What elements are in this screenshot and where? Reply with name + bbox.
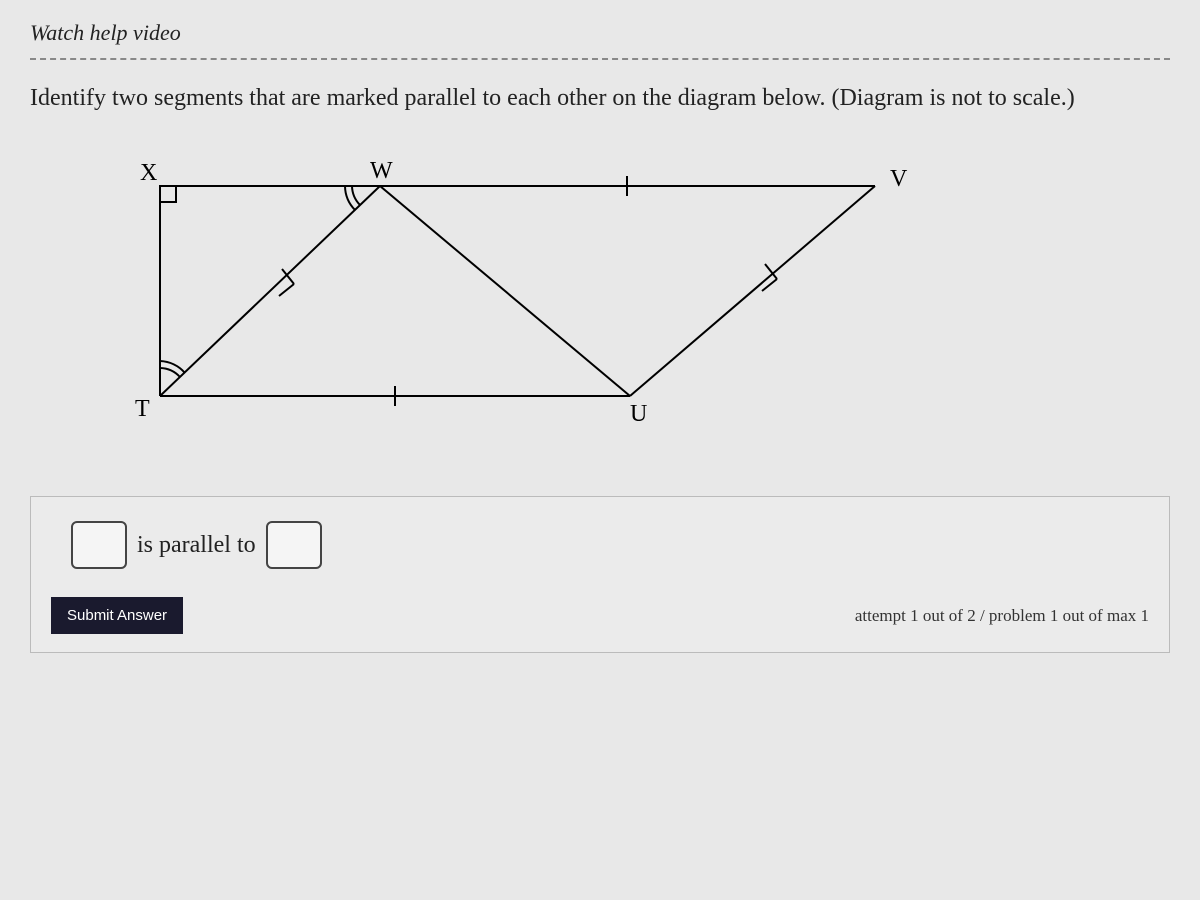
question-text: Identify two segments that are marked pa… xyxy=(30,80,1170,116)
relation-label: is parallel to xyxy=(137,532,256,559)
point-label-v: V xyxy=(890,166,908,192)
submit-answer-button[interactable]: Submit Answer xyxy=(51,597,183,634)
answer-row: is parallel to xyxy=(51,521,1149,569)
segment-2-input[interactable] xyxy=(266,521,322,569)
attempt-status: attempt 1 out of 2 / problem 1 out of ma… xyxy=(855,606,1149,626)
right-angle-mark xyxy=(160,186,176,202)
point-label-x: X xyxy=(140,160,157,186)
segment-1-input[interactable] xyxy=(71,521,127,569)
parallel-arrow-tw xyxy=(279,269,294,296)
point-label-u: U xyxy=(630,401,647,427)
point-label-t: T xyxy=(135,396,150,422)
watch-help-video-link[interactable]: Watch help video xyxy=(30,20,181,46)
point-label-w: W xyxy=(370,158,393,184)
diagram-container: X W V T U xyxy=(30,146,1170,476)
divider xyxy=(30,58,1170,60)
geometry-diagram: X W V T U xyxy=(70,156,950,446)
answer-area: is parallel to Submit Answer attempt 1 o… xyxy=(30,496,1170,653)
